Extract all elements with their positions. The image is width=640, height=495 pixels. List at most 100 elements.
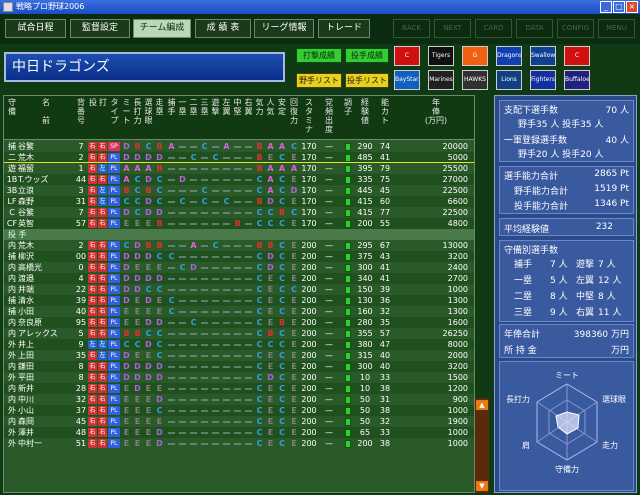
team-logo-8[interactable]: HAWKS xyxy=(462,70,488,90)
radar-svg: ミート 選球眼 走力 守備力 肩 長打力 xyxy=(506,371,626,474)
table-row[interactable]: LF 森野 31 右左 PL C C D C — C — C — C — — B D C E 170—415 60 6600 xyxy=(4,196,474,207)
col-header-22[interactable]: ス タ ミ ナ xyxy=(300,98,318,134)
tab-4[interactable]: リーグ情報 xyxy=(254,19,314,38)
col-header-11[interactable]: 一 塁 xyxy=(177,98,188,116)
team-logo-5[interactable]: C xyxy=(564,46,590,66)
table-row[interactable]: 外澤井 48 右右 PL E E E D — — — — — — — — C E C E 200—65 33 1000 xyxy=(4,427,474,438)
nav-data-button[interactable]: DATA xyxy=(516,19,553,38)
table-row[interactable]: 3B 立浪 3 右左 PL B C B C — — — C — — — — C A C D 170—445 45 22500 xyxy=(4,185,474,196)
batter-list-button[interactable]: 野手リスト xyxy=(296,73,342,88)
table-row[interactable]: CF 英智 57 右右 PL E E E B — — — — — — B — C C C E 170—200 55 4800 xyxy=(4,218,474,229)
col-header-24[interactable]: 調 子 xyxy=(340,98,356,116)
table-row[interactable]: 捕谷繁 7 右右 SP D B C B A — — C — A — — B A A C 170—290 74 20000 xyxy=(4,141,474,152)
col-header-20[interactable]: 安 定 xyxy=(276,98,288,116)
table-row[interactable]: 内高橋光 0 右右 PL D E E E — C D — — — — — C D C E 200—300 41 2400 xyxy=(4,262,474,273)
cell-sal: 4800 xyxy=(447,219,468,228)
team-logo-4[interactable]: Swallows xyxy=(530,46,556,66)
close-button[interactable]: × xyxy=(626,1,638,13)
col-header-18[interactable]: 気 力 xyxy=(254,98,265,116)
batter-stats-button[interactable]: 打撃成績 xyxy=(296,48,342,63)
team-logo-1[interactable]: Tigers xyxy=(428,46,454,66)
table-row[interactable]: 外井上 9 左左 PL C C D C — — — — — — — — C C C E 200—380 47 8000 xyxy=(4,339,474,350)
table-row[interactable]: 内森岡 45 右右 PL E E E E — — — — — — — — C E C E 200—50 32 1900 xyxy=(4,416,474,427)
table-row[interactable]: 内荒木 2 右右 PL C D B B — — A — C — — — B B C E 200—295 67 13000 xyxy=(4,240,474,251)
table-row[interactable]: 外中村一 51 右右 PL E E E D — — — — — — — — C E C E 200—200 38 1000 xyxy=(4,438,474,449)
table-row[interactable]: C 谷繁 7 右右 PL D C D D — — — — — — — — C C B C 170—415 77 22500 xyxy=(4,207,474,218)
team-logo-3[interactable]: Dragons xyxy=(496,46,522,66)
table-scrollbar[interactable]: ▲ ▼ xyxy=(475,398,489,493)
col-header-23[interactable]: 党 頻 出 度 xyxy=(318,98,340,134)
col-header-9[interactable]: 走 塁 xyxy=(154,98,165,116)
col-header-21[interactable]: 回 復 力 xyxy=(288,98,300,125)
table-row[interactable]: 内奈良原 95 右右 PL E E D D — — C — — — — — C E B E 200—280 35 1600 xyxy=(4,317,474,328)
col-header-27[interactable]: 年 俸 (万円) xyxy=(396,98,474,125)
table-row[interactable]: 外平田 8 右右 PL D D D D — — — — — — — — C D C E 200—10 33 1500 xyxy=(4,372,474,383)
cell-sal: 1000 xyxy=(447,428,468,437)
col-header-13[interactable]: 三 塁 xyxy=(199,98,210,116)
col-header-5[interactable]: タ イ プ xyxy=(108,98,121,125)
scroll-up-icon[interactable]: ▲ xyxy=(476,400,488,410)
table-row[interactable]: 内アレックス 5 右右 PL B B C C — — — — — — — — C B C E 200—355 57 2625… xyxy=(4,328,474,339)
col-header-10[interactable]: 捕 手 xyxy=(166,98,177,116)
cell-c: — xyxy=(167,417,176,426)
col-header-8[interactable]: 選 球 眼 xyxy=(143,98,154,125)
table-row[interactable]: 外上田 35 右左 PL D E E C — — — — — — — — C E C E 200—315 40 2000 xyxy=(4,350,474,361)
tab-0[interactable]: 試合日程 xyxy=(5,19,66,38)
col-header-0[interactable]: 守 備 xyxy=(6,98,18,116)
team-logo-2[interactable]: G xyxy=(462,46,488,66)
tab-2[interactable]: チーム編成 xyxy=(133,19,191,38)
col-header-15[interactable]: 左 翼 xyxy=(221,98,232,116)
table-row[interactable]: 1B T.ウッズ 44 右右 PL A C D C — D — — — — — — C A C E 170—335 75 27… xyxy=(4,174,474,185)
team-logo-7[interactable]: Marines xyxy=(428,70,454,90)
radar-label-speed: 走力 xyxy=(602,440,618,450)
table-row[interactable]: 遊福留 1 右左 PL A A A B — — — — — — — — B A A A 170—395 79 25500 xyxy=(4,162,474,175)
nav-card-button[interactable]: CARD xyxy=(475,19,512,38)
col-header-2[interactable]: 背 番 号 xyxy=(74,98,88,125)
col-header-25[interactable]: 経 験 値 xyxy=(356,98,374,125)
cell-b1: — xyxy=(178,296,187,305)
table-row[interactable]: 捕清水 39 右右 PL D E D E C — — — — — — — C E C E 200—130 36 1300 xyxy=(4,295,474,306)
team-logo-6[interactable]: BayStars xyxy=(394,70,420,90)
table-row[interactable]: 内鎌田 8 右右 PL D D D D — — — — — — — — C E C E 200—300 40 3200 xyxy=(4,361,474,372)
table-row[interactable]: 内中川 32 右右 PL E E E D — — — — — — — — C E C E 200—50 31 900 xyxy=(4,394,474,405)
team-logo-11[interactable]: Buffaloes xyxy=(564,70,590,90)
col-header-14[interactable]: 遊 撃 xyxy=(210,98,221,116)
cell-run: B xyxy=(156,142,163,151)
col-header-17[interactable]: 右 翼 xyxy=(243,98,254,116)
minimize-button[interactable]: _ xyxy=(600,1,612,13)
col-header-4[interactable]: 打 xyxy=(98,98,108,107)
table-row[interactable]: 内渡邉 4 右右 PL D D D D — — — — — — — — C E C E 200—340 41 2700 xyxy=(4,273,474,284)
col-header-26[interactable]: 能 カ ト xyxy=(374,98,396,125)
maximize-button[interactable]: □ xyxy=(613,1,625,13)
table-row[interactable]: 内井端 22 右右 PL D D C C — — — — — — — — C E C C 200—150 39 1000 xyxy=(4,284,474,295)
col-header-19[interactable]: 人 気 xyxy=(265,98,276,116)
col-header-16[interactable]: 中 堅 xyxy=(232,98,243,116)
pitcher-stats-button[interactable]: 投手成績 xyxy=(345,48,389,63)
team-logo-0[interactable]: C xyxy=(394,46,420,66)
nav-menu-button[interactable]: MENU xyxy=(598,19,635,38)
nav-next-button[interactable]: NEXT xyxy=(434,19,471,38)
cell-meet: E xyxy=(123,406,130,415)
tab-5[interactable]: トレード xyxy=(318,19,370,38)
team-logo-9[interactable]: Lions xyxy=(496,70,522,90)
pitcher-list-button[interactable]: 投手リスト xyxy=(345,73,389,88)
col-header-7[interactable]: 長 打 力 xyxy=(132,98,143,125)
table-row[interactable]: 内新井 28 右右 PL E D E E — — — — — — — — C E C E 200—10 38 1200 xyxy=(4,383,474,394)
tab-1[interactable]: 監督設定 xyxy=(70,19,130,38)
col-header-12[interactable]: 二 塁 xyxy=(188,98,199,116)
cell-b2: — xyxy=(189,373,198,382)
table-row[interactable]: 捕柳沢 00 右右 PL D D D C C — — — — — — — C D C E 200—375 43 3200 xyxy=(4,251,474,262)
col-header-3[interactable]: 投 xyxy=(88,98,98,107)
scroll-down-icon[interactable]: ▼ xyxy=(476,481,488,491)
nav-config-button[interactable]: CONFIG xyxy=(557,19,594,38)
col-header-1[interactable]: 名 前 xyxy=(18,98,74,125)
tab-3[interactable]: 成 績 表 xyxy=(195,19,251,38)
cell-name: 清水 xyxy=(18,296,34,305)
nav-back-button[interactable]: BACK xyxy=(393,19,430,38)
table-row[interactable]: 捕小田 40 右右 PL E E E E C — — — — — — — C E C E 200—160 32 1300 xyxy=(4,306,474,317)
table-row[interactable]: 二荒木 2 右右 PL D D D D — — C — C — — — B E C E 170—485 41 5000 xyxy=(4,152,474,163)
table-row[interactable]: 外小山 37 右右 PL E E E C — — — — — — — — C E C E 200—50 38 1000 xyxy=(4,405,474,416)
cell-freq: — xyxy=(325,175,333,184)
col-header-6[interactable]: ミ ー ト xyxy=(121,98,132,125)
team-logo-10[interactable]: Fighters xyxy=(530,70,556,90)
